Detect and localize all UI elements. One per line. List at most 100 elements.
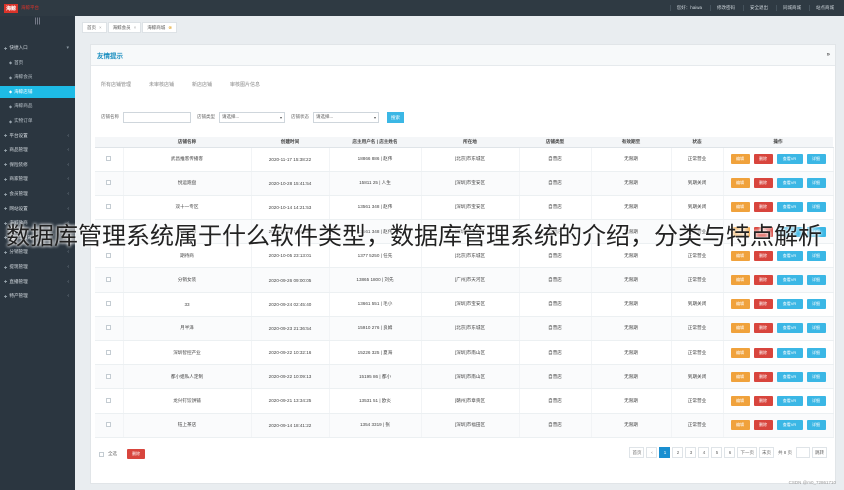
row-checkbox[interactable]	[106, 397, 112, 403]
page-number-button[interactable]: 6	[724, 447, 736, 458]
page-number-button[interactable]: 2	[672, 447, 684, 458]
logo[interactable]: 海鲸 海鲸平台	[0, 0, 75, 16]
subtab-unreviewed[interactable]: 未审核店铺	[149, 81, 174, 88]
detail-button[interactable]: 详细	[806, 371, 826, 382]
subtab-all-stores[interactable]: 所有店铺管理	[101, 81, 131, 88]
view-vr-button[interactable]: 查看VR	[776, 178, 803, 189]
delete-button[interactable]: 删除	[753, 202, 773, 213]
edit-button[interactable]: 编辑	[730, 154, 750, 165]
store-status-select[interactable]: 请选择... ▾	[313, 111, 379, 123]
row-checkbox[interactable]	[106, 373, 112, 379]
bulk-delete-button[interactable]: 删除	[127, 449, 145, 459]
view-vr-button[interactable]: 查看VR	[776, 371, 803, 382]
delete-button[interactable]: 删除	[753, 420, 773, 431]
delete-button[interactable]: 删除	[753, 395, 773, 406]
row-checkbox[interactable]	[106, 204, 112, 210]
subtab-new-stores[interactable]: 新店店铺	[192, 81, 212, 88]
edit-button[interactable]: 编辑	[730, 299, 750, 310]
edit-button[interactable]: 编辑	[730, 371, 750, 382]
row-checkbox[interactable]	[106, 422, 112, 428]
row-checkbox[interactable]	[106, 349, 112, 355]
city-mall-link[interactable]: 同城商城	[776, 5, 807, 11]
next-page-button[interactable]: 下一页	[737, 447, 757, 458]
delete-button[interactable]: 删除	[753, 299, 773, 310]
edit-button[interactable]: 编辑	[730, 420, 750, 431]
view-vr-button[interactable]: 查看VR	[776, 347, 803, 358]
sidebar-item[interactable]: ✚ 网站设置 ‹	[0, 203, 75, 215]
subtab-review-images[interactable]: 审核图片信息	[230, 81, 260, 88]
detail-button[interactable]: 详细	[806, 154, 826, 165]
detail-button[interactable]: 详细	[806, 395, 826, 406]
sidebar-item[interactable]: ◆ 海鲸会员	[0, 71, 75, 83]
sidebar-item[interactable]: ✚ 商家管理 ‹	[0, 173, 75, 185]
logout-link[interactable]: 安全退出	[743, 5, 774, 11]
delete-button[interactable]: 删除	[753, 250, 773, 261]
sidebar-item[interactable]: ◆ 首页	[0, 57, 75, 69]
sidebar-item[interactable]: ◆ 海鲸店铺	[0, 85, 75, 98]
row-checkbox[interactable]	[106, 277, 112, 283]
detail-button[interactable]: 详细	[806, 323, 826, 334]
edit-button[interactable]: 编辑	[730, 347, 750, 358]
page-number-button[interactable]: 5	[711, 447, 723, 458]
edit-button[interactable]: 编辑	[730, 250, 750, 261]
detail-button[interactable]: 详细	[806, 202, 826, 213]
edit-button[interactable]: 编辑	[730, 275, 750, 286]
page-number-button[interactable]: 4	[698, 447, 710, 458]
edit-button[interactable]: 编辑	[730, 323, 750, 334]
detail-button[interactable]: 详细	[806, 347, 826, 358]
sidebar-item[interactable]: ✚ 保险装修 ‹	[0, 159, 75, 171]
row-checkbox[interactable]	[106, 156, 112, 162]
sidebar-item[interactable]: ✚ 商品管理 ‹	[0, 144, 75, 156]
delete-button[interactable]: 删除	[753, 178, 773, 189]
tab-mall[interactable]: 海鲸商城 ⊗	[142, 22, 178, 33]
sidebar-item[interactable]: ✚ 会员管理 ‹	[0, 188, 75, 200]
edit-button[interactable]: 编辑	[730, 395, 750, 406]
prev-page-button[interactable]: ‹	[646, 447, 658, 458]
first-page-button[interactable]: 首页	[629, 447, 645, 458]
edit-button[interactable]: 编辑	[730, 202, 750, 213]
view-vr-button[interactable]: 查看VR	[776, 275, 803, 286]
delete-button[interactable]: 删除	[753, 275, 773, 286]
tab-members[interactable]: 海鲸会员 ×	[107, 22, 142, 33]
sidebar-toggle[interactable]: |||	[0, 16, 75, 28]
close-icon[interactable]: ×	[99, 25, 102, 30]
delete-button[interactable]: 删除	[753, 154, 773, 165]
view-vr-button[interactable]: 查看VR	[776, 323, 803, 334]
view-vr-button[interactable]: 查看VR	[776, 250, 803, 261]
view-vr-button[interactable]: 查看VR	[776, 420, 803, 431]
sidebar-item[interactable]: ✚ 提现管理 ‹	[0, 261, 75, 273]
delete-button[interactable]: 删除	[753, 347, 773, 358]
edit-button[interactable]: 编辑	[730, 178, 750, 189]
row-checkbox[interactable]	[106, 301, 112, 307]
detail-button[interactable]: 详细	[806, 275, 826, 286]
site-mall-link[interactable]: 站点商城	[809, 5, 840, 11]
chevron-down-icon[interactable]: »	[827, 52, 830, 58]
view-vr-button[interactable]: 查看VR	[776, 395, 803, 406]
change-password-link[interactable]: 修改密码	[710, 5, 741, 11]
detail-button[interactable]: 详细	[806, 250, 826, 261]
close-icon[interactable]: ⊗	[168, 25, 172, 30]
sidebar-item[interactable]: ◆ 海鲸商品	[0, 100, 75, 112]
page-number-button[interactable]: 1	[659, 447, 671, 458]
detail-button[interactable]: 详细	[806, 420, 826, 431]
view-vr-button[interactable]: 查看VR	[776, 202, 803, 213]
tips-header[interactable]: 友情提示 »	[91, 45, 835, 66]
detail-button[interactable]: 详细	[806, 178, 826, 189]
page-number-button[interactable]: 3	[685, 447, 697, 458]
search-button[interactable]: 搜索	[387, 111, 404, 123]
tab-home[interactable]: 首页 ×	[82, 22, 107, 33]
store-type-select[interactable]: 请选择... ▾	[219, 111, 285, 123]
page-jump-button[interactable]: 跳转	[812, 447, 827, 458]
store-name-input[interactable]	[123, 111, 191, 123]
sidebar-item[interactable]: ✚ 特产管理 ‹	[0, 290, 75, 302]
page-jump-input[interactable]	[796, 447, 810, 458]
close-icon[interactable]: ×	[134, 25, 137, 30]
row-checkbox[interactable]	[106, 325, 112, 331]
detail-button[interactable]: 详细	[806, 299, 826, 310]
view-vr-button[interactable]: 查看VR	[776, 154, 803, 165]
view-vr-button[interactable]: 查看VR	[776, 299, 803, 310]
sidebar-item[interactable]: ✚ 快捷入口 ▾	[0, 42, 75, 54]
row-checkbox[interactable]	[106, 180, 112, 186]
select-all-checkbox[interactable]	[99, 451, 104, 457]
delete-button[interactable]: 删除	[753, 323, 773, 334]
